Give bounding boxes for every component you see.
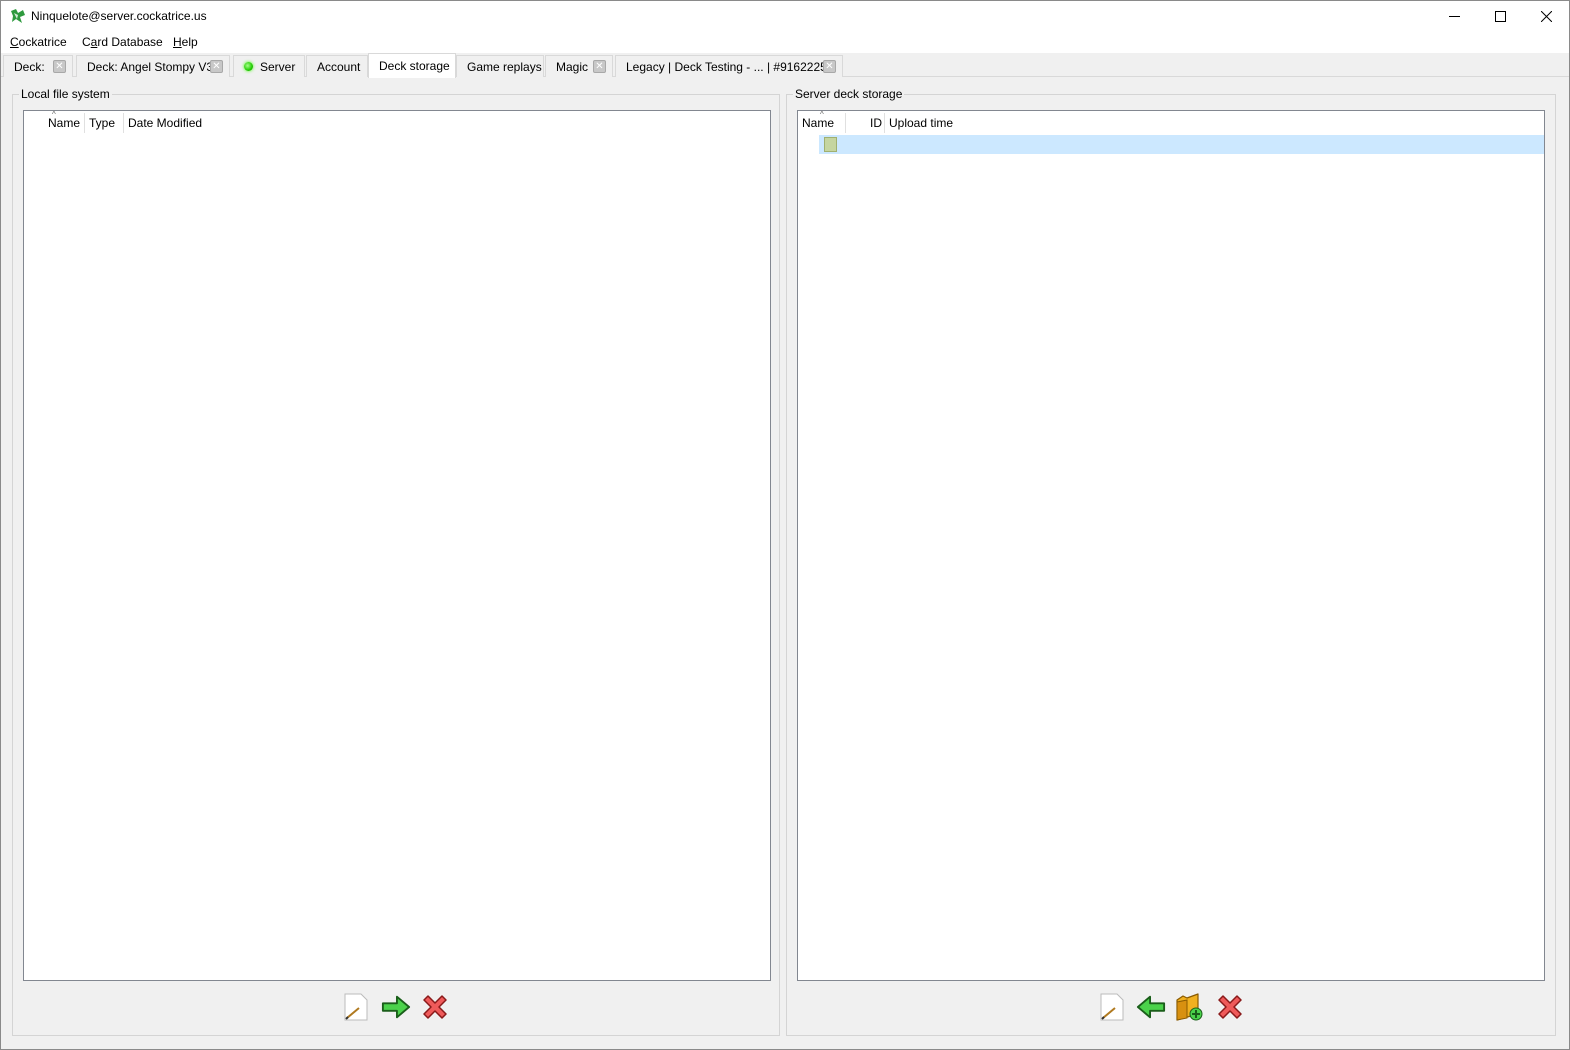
menu-help-label: elp — [181, 35, 198, 49]
local-tree-header: ^ Name Type Date Modified — [24, 111, 770, 135]
tab-magic[interactable]: Magic ✕ — [545, 55, 613, 77]
column-header-upload-time[interactable]: Upload time — [889, 116, 953, 130]
menu-bar: Cockatrice Card Database Help — [1, 31, 1569, 53]
column-separator — [123, 113, 124, 133]
server-tree-header: ^ Name ID Upload time — [798, 111, 1544, 135]
close-tab-icon[interactable]: ✕ — [53, 60, 66, 73]
delete-local-deck-button[interactable] — [420, 992, 450, 1022]
tree-row[interactable] — [819, 135, 1544, 154]
minimize-button[interactable] — [1431, 1, 1477, 31]
open-deck-button[interactable] — [340, 992, 370, 1022]
folder-icon — [824, 137, 837, 152]
tab-game-replays[interactable]: Game replays — [456, 55, 544, 77]
new-folder-button[interactable] — [1174, 992, 1204, 1022]
tab-label: Legacy | Deck Testing - ... | #9162225 — [626, 59, 827, 74]
column-header-name[interactable]: Name — [802, 116, 834, 130]
column-header-id[interactable]: ID — [870, 116, 882, 130]
close-icon — [1540, 10, 1552, 22]
local-file-tree[interactable]: ^ Name Type Date Modified — [23, 110, 771, 981]
close-tab-icon[interactable]: ✕ — [210, 60, 223, 73]
close-tab-icon[interactable]: ✕ — [823, 60, 836, 73]
delete-icon — [1218, 995, 1242, 1019]
tab-deck-storage[interactable]: Deck storage — [368, 53, 456, 78]
open-deck-icon — [1100, 993, 1124, 1021]
server-deck-storage-title: Server deck storage — [793, 87, 905, 101]
local-file-system-group: Local file system ^ Name Type Date Modif… — [12, 87, 780, 1036]
tab-server[interactable]: Server — [233, 55, 305, 77]
download-arrow-icon — [1136, 995, 1166, 1019]
column-separator — [884, 113, 885, 133]
tab-bar: Deck: ✕ Deck: Angel Stompy V3 ✕ Server A… — [1, 53, 1569, 78]
tab-label: Server — [260, 59, 296, 74]
close-tab-icon[interactable]: ✕ — [593, 60, 606, 73]
open-server-deck-button[interactable] — [1096, 992, 1126, 1022]
menu-help[interactable]: Help — [173, 35, 198, 49]
delete-server-deck-button[interactable] — [1215, 992, 1245, 1022]
close-window-button[interactable] — [1523, 1, 1569, 31]
tab-label: Account — [317, 59, 361, 74]
upload-to-server-button[interactable] — [381, 992, 411, 1022]
minimize-icon — [1448, 15, 1460, 17]
cockatrice-logo-icon — [11, 9, 25, 23]
menu-cockatrice-label: ockatrice — [18, 35, 67, 49]
tab-account[interactable]: Account — [306, 55, 368, 77]
local-file-system-title: Local file system — [19, 87, 112, 101]
tab-deck[interactable]: Deck: ✕ — [3, 55, 73, 77]
delete-icon — [423, 995, 447, 1019]
menu-cockatrice[interactable]: Cockatrice — [10, 35, 67, 49]
window-title: Ninquelote@server.cockatrice.us — [31, 9, 207, 23]
tab-label: Deck: Angel Stompy V3 — [87, 59, 214, 74]
tab-label: Magic — [556, 59, 589, 74]
menu-card-database-label: rd Database — [97, 35, 163, 49]
tab-label: Game replays — [467, 59, 542, 74]
connection-status-icon — [244, 62, 253, 71]
column-header-type[interactable]: Type — [89, 116, 115, 130]
upload-arrow-icon — [381, 995, 411, 1019]
tab-legacy-deck-testing[interactable]: Legacy | Deck Testing - ... | #9162225 ✕ — [615, 55, 843, 77]
tab-label: Deck storage — [379, 59, 450, 73]
title-bar: Ninquelote@server.cockatrice.us — [1, 1, 1569, 31]
maximize-icon — [1494, 10, 1506, 22]
server-deck-storage-group: Server deck storage ^ Name ID Upload tim… — [786, 87, 1556, 1036]
column-header-name[interactable]: Name — [48, 116, 80, 130]
tab-label: Deck: — [14, 59, 45, 74]
new-folder-icon — [1176, 993, 1203, 1021]
column-separator — [845, 113, 846, 133]
app-window: Ninquelote@server.cockatrice.us Cockatri… — [0, 0, 1570, 1050]
server-deck-tree[interactable]: ^ Name ID Upload time — [797, 110, 1545, 981]
tab-deck-angel-stompy[interactable]: Deck: Angel Stompy V3 ✕ — [76, 55, 230, 77]
maximize-button[interactable] — [1477, 1, 1523, 31]
column-separator — [84, 113, 85, 133]
download-from-server-button[interactable] — [1136, 992, 1166, 1022]
column-header-date-modified[interactable]: Date Modified — [128, 116, 202, 130]
open-deck-icon — [344, 993, 368, 1021]
menu-card-database[interactable]: Card Database — [82, 35, 163, 49]
